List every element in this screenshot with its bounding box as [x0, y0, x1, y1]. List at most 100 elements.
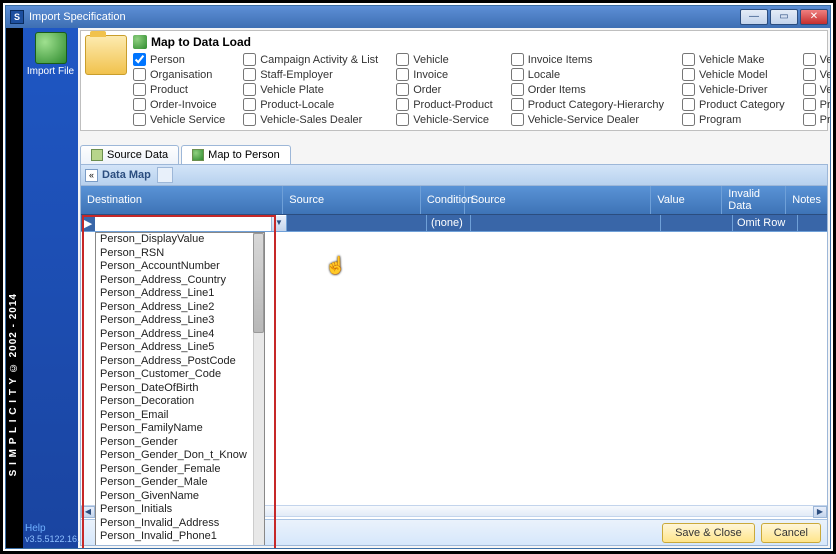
minimize-button[interactable]: — [740, 9, 768, 25]
destination-dropdown-button[interactable]: ▼ [271, 216, 286, 231]
checkbox-person[interactable]: Person [133, 53, 225, 66]
col-value[interactable]: Value [651, 186, 722, 214]
dropdown-item[interactable]: Person_Address_Line3 [96, 314, 264, 328]
dropdown-item[interactable]: Person_Customer_Code [96, 368, 264, 382]
destination-cell[interactable]: ▼ [95, 215, 287, 231]
dropdown-item[interactable]: Person_Address_Line5 [96, 341, 264, 355]
import-file-label: Import File [27, 66, 74, 77]
dropdown-item[interactable]: Person_DateOfBirth [96, 382, 264, 396]
col-condition[interactable]: Condition [421, 186, 465, 214]
checkbox-product[interactable]: Product [133, 83, 225, 96]
condition-cell[interactable]: (none) [427, 215, 471, 231]
pointer-cursor-icon: ☝ [325, 256, 343, 276]
dropdown-item[interactable]: Person_Initials [96, 503, 264, 517]
dropdown-item[interactable]: Person_RSN [96, 247, 264, 261]
row-indicator-icon: ▶ [81, 215, 95, 231]
map-panel: Map to Data Load PersonCampaign Activity… [80, 30, 828, 131]
tab-source-data[interactable]: Source Data [80, 145, 179, 164]
folder-icon [85, 35, 127, 75]
maximize-button[interactable]: ▭ [770, 9, 798, 25]
toolbar-action-button[interactable] [157, 167, 173, 183]
checkbox-vehicle-driver[interactable]: Vehicle-Driver [682, 83, 785, 96]
dropdown-scrollbar-thumb[interactable] [253, 233, 264, 333]
source2-cell[interactable] [471, 215, 661, 231]
collapse-toggle[interactable]: « [85, 169, 98, 182]
destination-input[interactable] [95, 216, 271, 231]
checkbox-invoice-items[interactable]: Invoice Items [511, 53, 664, 66]
notes-cell[interactable] [798, 215, 827, 231]
col-invalid-data[interactable]: Invalid Data [722, 186, 786, 214]
checkbox-product-locale[interactable]: Product-Locale [243, 98, 378, 111]
dropdown-item[interactable]: Person_Address_Country [96, 274, 264, 288]
checkbox-vehicle[interactable]: Vehicle [396, 53, 492, 66]
checkbox-product-price[interactable]: Product Price [803, 98, 830, 111]
brand-rail: S I M P L I C I T Y © 2002 - 2014 [6, 28, 23, 548]
save-close-button[interactable]: Save & Close [662, 523, 755, 543]
checkbox-product-category-hierarchy[interactable]: Product Category-Hierarchy [511, 98, 664, 111]
dropdown-item[interactable]: Person_Email [96, 409, 264, 423]
checkbox-order[interactable]: Order [396, 83, 492, 96]
map-mini-icon [133, 35, 147, 49]
checkbox-vehicle-sales-customer[interactable]: Vehicle-Sales Customer [803, 53, 830, 66]
checkbox-order-items[interactable]: Order Items [511, 83, 664, 96]
dropdown-item[interactable]: Person_AccountNumber [96, 260, 264, 274]
value-cell[interactable] [661, 215, 733, 231]
dropdown-item[interactable]: Person_GivenName [96, 490, 264, 504]
col-source-1[interactable]: Source [283, 186, 421, 214]
checkbox-vehicle-owner[interactable]: Vehicle-Owner [803, 68, 830, 81]
invalid-cell[interactable]: Omit Row [733, 215, 798, 231]
checkbox-product-category[interactable]: Product Category [682, 98, 785, 111]
col-destination[interactable]: Destination [81, 186, 283, 214]
cancel-button[interactable]: Cancel [761, 523, 821, 543]
checkbox-vehicle-plate[interactable]: Vehicle Plate [243, 83, 378, 96]
scroll-right-icon[interactable]: ▶ [813, 506, 827, 518]
import-file-icon[interactable] [35, 32, 67, 64]
checkbox-invoice[interactable]: Invoice [396, 68, 492, 81]
checkbox-programmembership[interactable]: ProgramMembership [803, 113, 830, 126]
close-button[interactable]: ✕ [800, 9, 828, 25]
grid-header-row: Destination Source Condition Source Valu… [81, 186, 827, 215]
scroll-left-icon[interactable]: ◀ [81, 506, 95, 518]
dropdown-item[interactable]: Person_Address_PostCode [96, 355, 264, 369]
help-link[interactable]: Help [25, 523, 76, 534]
dropdown-item[interactable]: Person_Address_Line1 [96, 287, 264, 301]
checkbox-vehicle-sales-dealer[interactable]: Vehicle-Sales Dealer [243, 113, 378, 126]
checkbox-staff-employer[interactable]: Staff-Employer [243, 68, 378, 81]
dropdown-item[interactable]: Person_Address_Line2 [96, 301, 264, 315]
dropdown-item[interactable]: Person_Decoration [96, 395, 264, 409]
dropdown-scrollbar-track[interactable] [253, 233, 264, 546]
tab-map-to-person[interactable]: Map to Person [181, 145, 291, 164]
checkbox-vehicle-model[interactable]: Vehicle Model [682, 68, 785, 81]
dropdown-item[interactable]: Person_Invalid_Phone2 [96, 544, 264, 547]
checkbox-product-product[interactable]: Product-Product [396, 98, 492, 111]
toolbar-label: Data Map [102, 169, 151, 181]
col-source-2[interactable]: Source [465, 186, 652, 214]
checkbox-order-invoice[interactable]: Order-Invoice [133, 98, 225, 111]
dropdown-item[interactable]: Person_Gender_Don_t_Know [96, 449, 264, 463]
checkbox-vehicle-lessor[interactable]: Vehicle-Lessor [803, 83, 830, 96]
titlebar: S Import Specification — ▭ ✕ [6, 6, 830, 28]
checkbox-vehicle-service-dealer[interactable]: Vehicle-Service Dealer [511, 113, 664, 126]
map-icon [192, 149, 204, 161]
checkbox-vehicle-service[interactable]: Vehicle Service [133, 113, 225, 126]
window-title: Import Specification [29, 11, 740, 23]
tab-strip: Source Data Map to Person [80, 145, 828, 164]
dropdown-item[interactable]: Person_DisplayValue [96, 233, 264, 247]
checkbox-program[interactable]: Program [682, 113, 785, 126]
dropdown-item[interactable]: Person_Gender_Female [96, 463, 264, 477]
dropdown-item[interactable]: Person_Gender [96, 436, 264, 450]
col-notes[interactable]: Notes [786, 186, 827, 214]
checkbox-campaign-activity-list[interactable]: Campaign Activity & List [243, 53, 378, 66]
dropdown-item[interactable]: Person_Gender_Male [96, 476, 264, 490]
dropdown-item[interactable]: Person_FamilyName [96, 422, 264, 436]
dropdown-item[interactable]: Person_Address_Line4 [96, 328, 264, 342]
grid-row-1[interactable]: ▶ ▼ (none) Omit Row [81, 215, 827, 232]
dropdown-item[interactable]: Person_Invalid_Phone1 [96, 530, 264, 544]
source1-cell[interactable] [287, 215, 427, 231]
checkbox-vehicle-service[interactable]: Vehicle-Service [396, 113, 492, 126]
checkbox-locale[interactable]: Locale [511, 68, 664, 81]
dropdown-item[interactable]: Person_Invalid_Address [96, 517, 264, 531]
checkbox-vehicle-make[interactable]: Vehicle Make [682, 53, 785, 66]
checkbox-organisation[interactable]: Organisation [133, 68, 225, 81]
destination-dropdown-list[interactable]: Person_DisplayValuePerson_RSNPerson_Acco… [95, 232, 265, 546]
